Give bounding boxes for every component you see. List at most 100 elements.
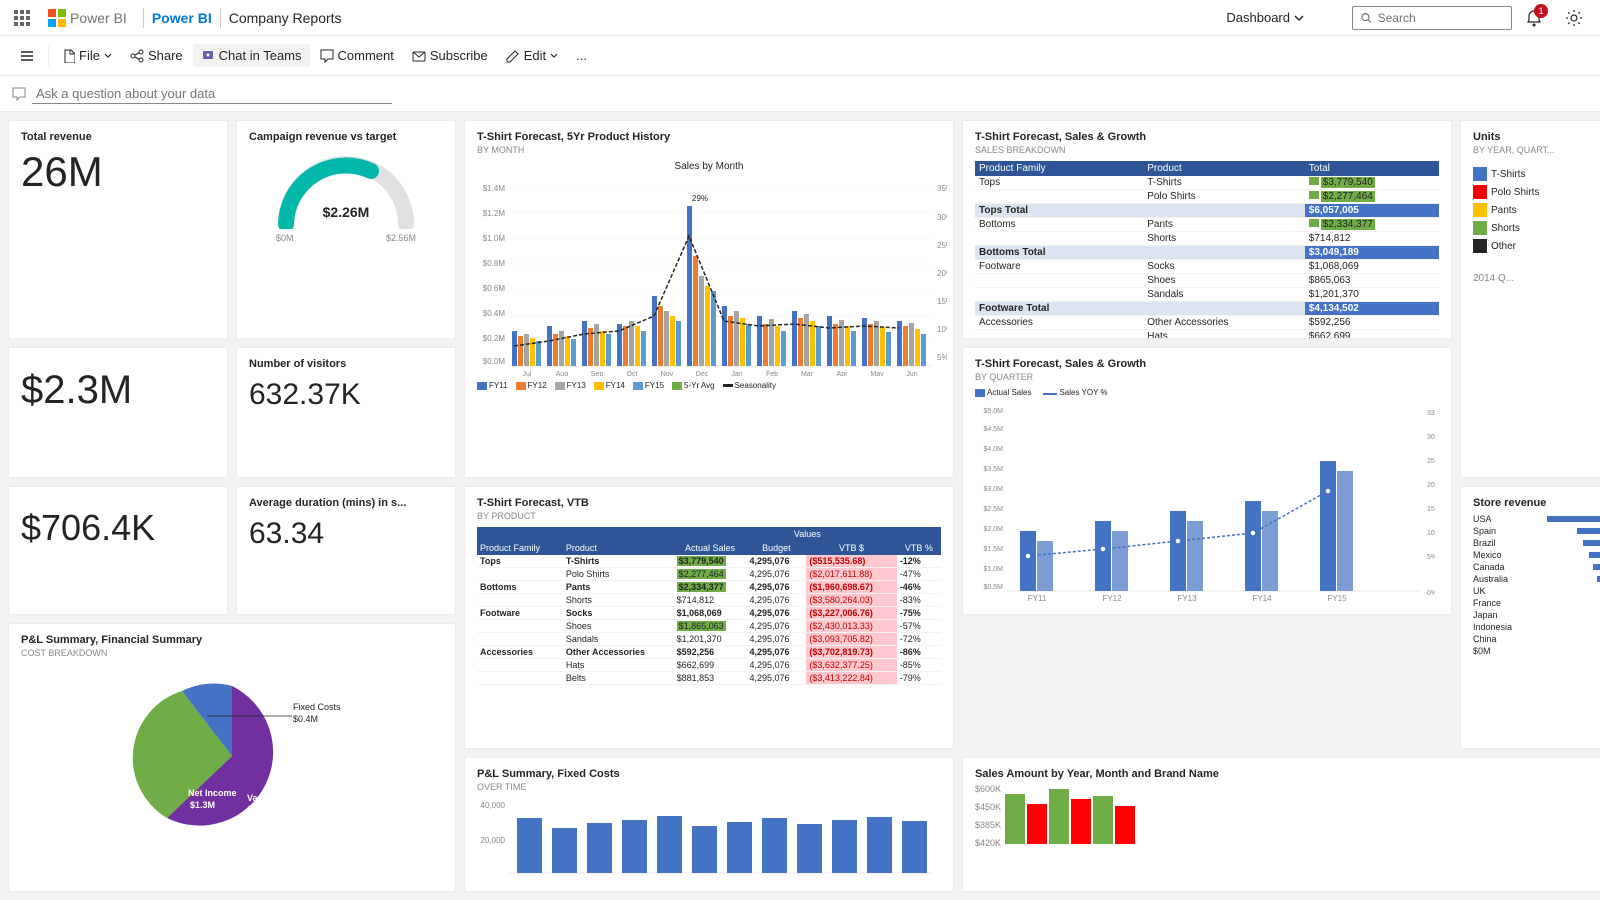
grid-menu-icon[interactable] <box>8 0 36 36</box>
list-item: Brazil <box>1473 537 1600 549</box>
dashboard-selector[interactable]: Dashboard <box>1226 10 1304 25</box>
chart-title-sales: Sales by Month <box>477 161 941 172</box>
list-item: Australia <box>1473 573 1600 585</box>
table-row: Belts$881,8534,295,076($3,413,222.84)-79… <box>477 671 941 684</box>
chat-label: Chat in Teams <box>219 48 302 63</box>
svg-text:20,000: 20,000 <box>481 836 506 845</box>
table-row: Sandals$1,201,370 <box>975 288 1439 302</box>
table-row: Tops Total$6,057,005 <box>975 204 1439 218</box>
svg-text:Mar: Mar <box>801 371 814 376</box>
svg-text:$0.5M: $0.5M <box>984 584 1004 591</box>
legend-polo: Polo Shirts <box>1473 185 1600 199</box>
vtb-col-budget: Budget <box>746 541 806 555</box>
search-input[interactable] <box>1378 11 1503 25</box>
svg-text:Apr: Apr <box>837 371 849 376</box>
pl-chart: Variable Costs $3.3M Net Income $1.3M Fi… <box>21 666 443 846</box>
sb-subtitle: SALES BREAKDOWN <box>975 145 1439 155</box>
svg-text:25%: 25% <box>1427 458 1435 465</box>
sales-breakdown-table: Product Family Product Total TopsT-Shirt… <box>975 161 1439 339</box>
svg-text:Dec: Dec <box>696 371 709 376</box>
list-item: $0M <box>1473 645 1600 657</box>
table-row: Footware Total$4,134,502 <box>975 302 1439 316</box>
report-name: Company Reports <box>229 10 342 26</box>
chat-bubble-icon <box>12 87 26 101</box>
tile-tshirt-forecast: T-Shirt Forecast, 5Yr Product History BY… <box>464 120 954 478</box>
vtb-col-vtbp: VTB % <box>897 541 941 555</box>
tile-sales-growth-qtr: T-Shirt Forecast, Sales & Growth BY QUAR… <box>962 347 1452 615</box>
avg-revenue-value: $2.3M <box>21 368 215 413</box>
svg-text:29%: 29% <box>692 194 708 203</box>
share-button[interactable]: Share <box>122 44 191 67</box>
table-row: BottomsPants$2,334,377 <box>975 218 1439 232</box>
file-label: File <box>79 48 100 63</box>
file-button[interactable]: File <box>55 44 120 67</box>
vtb-subtitle: BY PRODUCT <box>477 511 941 521</box>
list-item: France <box>1473 597 1600 609</box>
comment-button[interactable]: Comment <box>312 44 402 67</box>
legend-seas: Seasonality <box>723 381 776 390</box>
legend-other-label: Other <box>1491 241 1516 252</box>
tile-campaign-revenue: Campaign revenue vs target $2.26M $0M $2… <box>236 120 456 339</box>
more-button[interactable]: ... <box>568 44 595 67</box>
gauge-min: $0M <box>276 233 294 243</box>
vtb-title: T-Shirt Forecast, VTB <box>477 497 941 509</box>
svg-text:$1.0M: $1.0M <box>984 566 1004 573</box>
tshirt-title: T-Shirt Forecast, 5Yr Product History <box>477 131 670 143</box>
svg-text:Feb: Feb <box>766 371 778 376</box>
svg-text:Sep: Sep <box>591 371 604 376</box>
subscribe-icon <box>412 49 426 63</box>
svg-text:Aug: Aug <box>556 371 569 376</box>
svg-text:Oct: Oct <box>627 371 638 376</box>
gauge-labels: $0M $2.56M <box>276 233 416 243</box>
svg-text:0%: 0% <box>1427 590 1435 597</box>
hamburger-icon <box>20 49 34 63</box>
sb-title: T-Shirt Forecast, Sales & Growth <box>975 131 1439 143</box>
pl-pie-svg: Variable Costs $3.3M Net Income $1.3M Fi… <box>72 666 392 846</box>
nav-separator-2 <box>220 8 221 28</box>
hamburger-btn[interactable] <box>12 45 42 67</box>
notifications-button[interactable]: 1 <box>1516 0 1552 36</box>
legend-other: Other <box>1473 239 1600 253</box>
svg-text:FY11: FY11 <box>1028 594 1047 601</box>
search-box[interactable] <box>1352 6 1512 30</box>
visitors-value: 632.37K <box>249 378 443 412</box>
dashboard-label: Dashboard <box>1226 10 1290 25</box>
tile-store-revenue: Store revenue USA Spain Brazil Mexico Ca… <box>1460 486 1600 750</box>
total-revenue-title: Total revenue <box>21 131 215 143</box>
table-row: Polo Shirts$2,277,464 <box>975 190 1439 204</box>
sg-legend: Actual Sales Sales YOY % <box>975 388 1439 397</box>
comment-label: Comment <box>338 48 394 63</box>
legend-polo-color <box>1473 185 1487 199</box>
table-row: Hats$662,699 <box>975 330 1439 340</box>
legend-tshirts: T-Shirts <box>1473 167 1600 181</box>
sb-col-product: Product <box>1143 161 1305 176</box>
settings-button[interactable] <box>1556 0 1592 36</box>
svg-text:20%: 20% <box>937 269 947 278</box>
tile-avg-revenue: $2.3M <box>8 347 228 478</box>
tile-avg-cost: $706.4K <box>8 486 228 616</box>
list-item: Spain <box>1473 525 1600 537</box>
table-row: TopsT-Shirts$3,779,5404,295,076($515,535… <box>477 555 941 568</box>
subscribe-button[interactable]: Subscribe <box>404 44 496 67</box>
edit-label: Edit <box>524 48 546 63</box>
qa-input[interactable] <box>32 84 392 104</box>
tile-units: Units BY YEAR, QUART... T-Shirts Polo Sh… <box>1460 120 1600 478</box>
vtb-col-vtbs: VTB $ <box>806 541 896 555</box>
svg-text:Fixed Costs: Fixed Costs <box>293 702 341 712</box>
svg-text:$3.3M: $3.3M <box>247 815 272 825</box>
svg-text:Variable: Variable <box>247 793 282 803</box>
table-row: Sandals$1,201,3704,295,076($3,093,705.82… <box>477 632 941 645</box>
file-icon <box>63 49 75 63</box>
legend-fy15: FY15 <box>633 381 664 390</box>
chat-button[interactable]: Chat in Teams <box>193 44 310 67</box>
chevron-icon <box>104 52 112 60</box>
svg-text:$0.0M: $0.0M <box>483 357 506 366</box>
sales-by-month-chart: $1.4M $1.2M $1.0M $0.8M $0.6M $0.4M $0.2… <box>477 176 947 376</box>
svg-text:$5.0M: $5.0M <box>984 408 1004 415</box>
tile-avg-duration: Average duration (mins) in s... 63.34 <box>236 486 456 616</box>
legend-fy11: FY11 <box>477 381 508 390</box>
edit-button[interactable]: Edit <box>498 44 566 67</box>
units-title: Units <box>1473 131 1600 143</box>
legend-fy14: FY14 <box>594 381 625 390</box>
table-row: Bottoms Total$3,049,189 <box>975 246 1439 260</box>
